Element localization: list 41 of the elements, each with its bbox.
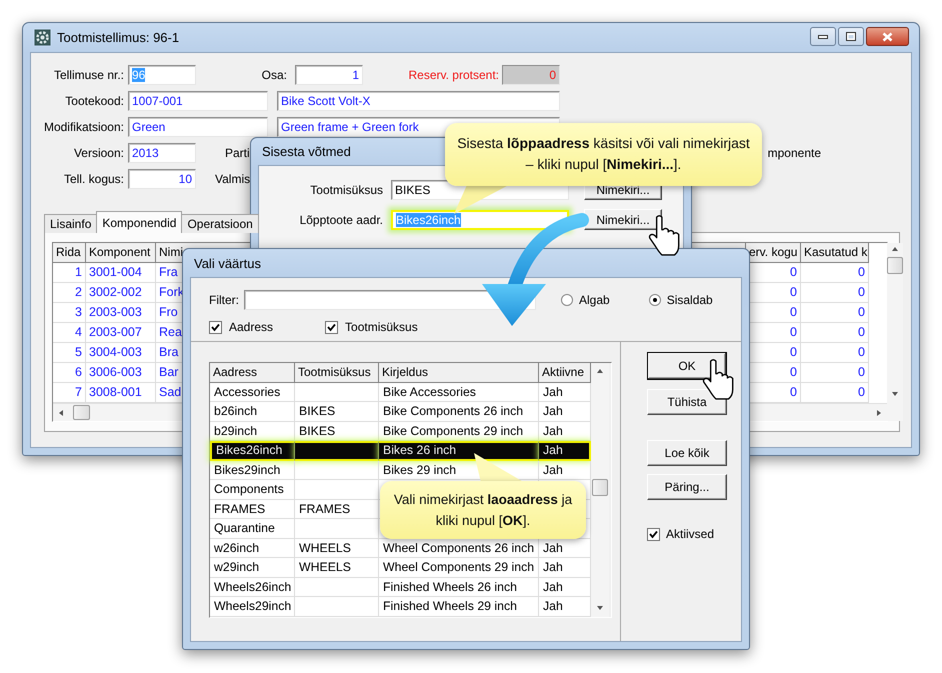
window-title: Tootmistellimus: 96-1 — [57, 30, 180, 45]
field-label: Tellimuse nr.: — [52, 68, 124, 82]
table-cell: 3004-003 — [86, 343, 156, 363]
table-cell: 3 — [53, 303, 86, 323]
field-label: Valmis — [215, 172, 250, 186]
radio-label: Sisaldab — [666, 293, 713, 307]
radio-label: Algab — [579, 293, 610, 307]
table-cell: 0 — [801, 303, 869, 323]
table-cell: 2003-003 — [86, 303, 156, 323]
checkbox-label: Tootmisüksus — [345, 320, 418, 334]
table-cell: 2003-007 — [86, 323, 156, 343]
callout-tooltip: Sisesta lõppaadress käsitsi või vali nimekirjast – kliki nupul [Nimekiri...]. — [445, 123, 762, 186]
table-cell: 2 — [53, 283, 86, 303]
field-label: Tootmisüksus — [309, 182, 383, 196]
window-title: Vali väärtus — [194, 256, 261, 270]
table-cell: 6 — [53, 363, 86, 383]
table-cell: 3002-002 — [86, 283, 156, 303]
table-cell: 0 — [801, 343, 869, 363]
field-label: Tootekood: — [64, 94, 124, 108]
field-label: Modifikatsioon: — [42, 120, 124, 134]
field-label: Versioon: — [72, 146, 124, 160]
checkbox-label: Aadress — [229, 320, 274, 334]
field-label: Tell. kogus: — [62, 172, 124, 186]
table-cell: 0 — [801, 263, 869, 283]
table-cell: 1 — [53, 263, 86, 283]
table-cell: 4 — [53, 323, 86, 343]
field-label: Filter: — [209, 293, 239, 307]
window-title: Sisesta võtmed — [262, 144, 351, 159]
table-cell: 0 — [801, 323, 869, 343]
table-cell: 0 — [801, 283, 869, 303]
field-label: Lõpptoote aadr. — [298, 212, 383, 226]
table-cell: 5 — [53, 343, 86, 363]
table-cell: 0 — [801, 363, 869, 383]
field-label: Parti — [225, 146, 250, 160]
table-cell: 3001-004 — [86, 263, 156, 283]
table-cell: 3006-003 — [86, 363, 156, 383]
checkbox-label: Aktiivsed — [666, 527, 714, 541]
callout-tooltip: Vali nimekirjast laoaadress ja kliki nupul [OK]. — [380, 481, 586, 539]
field-label: Osa: — [260, 68, 287, 82]
field-label: Reserv. protsent: — [408, 68, 499, 82]
option-label: mponente — [768, 146, 821, 160]
